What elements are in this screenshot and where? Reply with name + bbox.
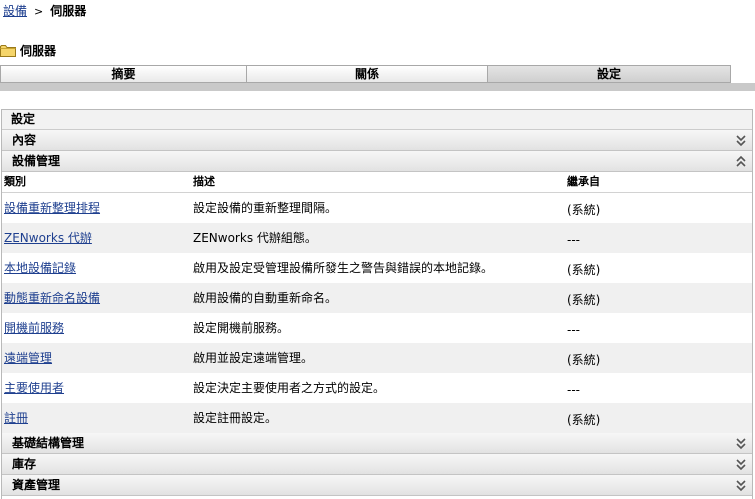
section-device-management-label: 設備管理 xyxy=(12,154,61,168)
section-device-management[interactable]: 設備管理 xyxy=(2,151,752,172)
setting-link[interactable]: 開機前服務 xyxy=(4,313,64,343)
section-asset-management[interactable]: 資產管理 xyxy=(2,475,752,496)
setting-inherited: (系統) xyxy=(567,203,601,217)
setting-description: ZENworks 代辦組態。 xyxy=(193,231,317,245)
setting-inherited: --- xyxy=(567,233,580,247)
breadcrumb-current: 伺服器 xyxy=(50,4,87,18)
setting-inherited: --- xyxy=(567,383,580,397)
table-row: 主要使用者 設定決定主要使用者之方式的設定。 --- xyxy=(2,373,752,403)
tab-underline xyxy=(0,83,755,91)
setting-link[interactable]: 主要使用者 xyxy=(4,373,64,403)
setting-inherited: (系統) xyxy=(567,263,601,277)
setting-link[interactable]: 本地設備記錄 xyxy=(4,253,76,283)
breadcrumb: 設備 > 伺服器 xyxy=(3,3,86,19)
chevron-double-up-icon[interactable] xyxy=(734,153,748,169)
table-row: 註冊 設定註冊設定。 (系統) xyxy=(2,403,752,433)
section-inventory[interactable]: 庫存 xyxy=(2,454,752,475)
setting-inherited: --- xyxy=(567,323,580,337)
column-header-category: 類別 xyxy=(4,175,26,188)
page-title: 伺服器 xyxy=(0,43,56,59)
section-infrastructure-management[interactable]: 基礎結構管理 xyxy=(2,433,752,454)
setting-link[interactable]: 遠端管理 xyxy=(4,343,52,373)
section-inventory-label: 庫存 xyxy=(12,457,37,471)
table-row: 開機前服務 設定開機前服務。 --- xyxy=(2,313,752,343)
table-row: 設備重新整理排程 設定設備的重新整理間隔。 (系統) xyxy=(2,193,752,223)
chevron-double-down-icon[interactable] xyxy=(734,477,748,493)
section-asset-label: 資產管理 xyxy=(12,478,61,492)
section-infrastructure-label: 基礎結構管理 xyxy=(12,436,85,450)
tab-summary[interactable]: 摘要 xyxy=(0,65,247,83)
setting-link[interactable]: 動態重新命名設備 xyxy=(4,283,100,313)
setting-description: 啟用設備的自動重新命名。 xyxy=(193,291,338,305)
setting-description: 設定設備的重新整理間隔。 xyxy=(193,201,338,215)
chevron-double-down-icon[interactable] xyxy=(734,435,748,451)
table-row: 動態重新命名設備 啟用設備的自動重新命名。 (系統) xyxy=(2,283,752,313)
chevron-double-down-icon[interactable] xyxy=(734,132,748,148)
table-row: 本地設備記錄 啟用及設定受管理設備所發生之警告與錯誤的本地記錄。 (系統) xyxy=(2,253,752,283)
tab-relationships[interactable]: 關係 xyxy=(247,65,488,83)
settings-panel: 設定 內容 設備管理 類別 描述 繼承自 設備重新整理排程 設定設備的重新整理間… xyxy=(1,109,753,499)
chevron-double-down-icon[interactable] xyxy=(734,456,748,472)
tab-bar: 摘要 關係 設定 xyxy=(0,65,731,83)
setting-description: 設定決定主要使用者之方式的設定。 xyxy=(193,381,386,395)
table-row: ZENworks 代辦 ZENworks 代辦組態。 --- xyxy=(2,223,752,253)
column-header-description: 描述 xyxy=(193,175,215,188)
tab-settings[interactable]: 設定 xyxy=(488,65,731,83)
setting-inherited: (系統) xyxy=(567,413,601,427)
breadcrumb-link-devices[interactable]: 設備 xyxy=(3,4,27,18)
setting-link[interactable]: ZENworks 代辦 xyxy=(4,223,92,253)
panel-title: 設定 xyxy=(2,110,752,130)
setting-link[interactable]: 設備重新整理排程 xyxy=(4,193,100,223)
section-content[interactable]: 內容 xyxy=(2,130,752,151)
column-header-inherited: 繼承自 xyxy=(567,175,600,188)
breadcrumb-separator: > xyxy=(34,5,44,18)
setting-link[interactable]: 註冊 xyxy=(4,403,28,433)
setting-inherited: (系統) xyxy=(567,353,601,367)
table-row: 遠端管理 啟用並設定遠端管理。 (系統) xyxy=(2,343,752,373)
section-content-label: 內容 xyxy=(12,133,37,147)
folder-icon xyxy=(0,45,16,57)
setting-description: 設定註冊設定。 xyxy=(193,411,278,425)
setting-description: 設定開機前服務。 xyxy=(193,321,290,335)
setting-description: 啟用及設定受管理設備所發生之警告與錯誤的本地記錄。 xyxy=(193,261,494,275)
setting-inherited: (系統) xyxy=(567,293,601,307)
table-header: 類別 描述 繼承自 xyxy=(2,172,752,193)
page-title-text: 伺服器 xyxy=(20,44,57,58)
setting-description: 啟用並設定遠端管理。 xyxy=(193,351,314,365)
